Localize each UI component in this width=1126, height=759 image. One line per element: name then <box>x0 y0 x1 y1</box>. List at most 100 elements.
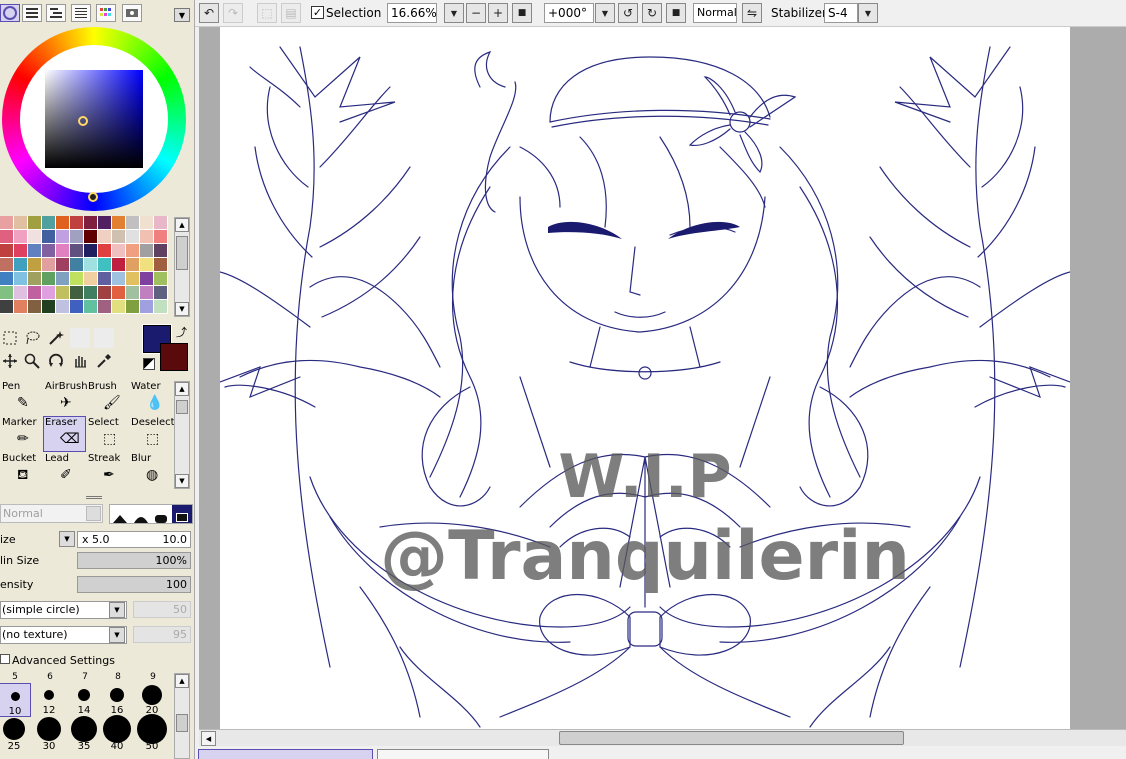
palette-swatch[interactable] <box>112 286 126 300</box>
lasso-icon[interactable] <box>22 328 42 348</box>
palette-swatch[interactable] <box>70 258 84 272</box>
tool-eraser[interactable]: Eraser ⌫ <box>43 416 86 452</box>
advanced-settings-toggle[interactable]: Advanced Settings <box>0 652 194 670</box>
rotate-left-icon[interactable]: ↺ <box>618 3 638 23</box>
document-tab-active[interactable] <box>198 749 373 759</box>
palette-swatch[interactable] <box>14 258 28 272</box>
palette-swatch[interactable] <box>154 272 168 286</box>
palette-swatch[interactable] <box>140 300 154 314</box>
collapse-panel-button[interactable]: ▼ <box>174 8 190 22</box>
palette-swatch[interactable] <box>42 286 56 300</box>
palette-swatch[interactable] <box>98 216 112 230</box>
palette-swatch[interactable] <box>126 230 140 244</box>
palette-swatch[interactable] <box>126 216 140 230</box>
palette-swatch[interactable] <box>42 258 56 272</box>
size-slider[interactable]: x 5.0 10.0 <box>77 531 191 548</box>
brush-size-preset[interactable]: 50 <box>135 714 169 753</box>
palette-swatch[interactable] <box>84 300 98 314</box>
tip-soft-icon[interactable] <box>151 505 172 523</box>
palette-swatch[interactable] <box>140 272 154 286</box>
tool-blur[interactable]: Blur ◍ <box>129 452 172 488</box>
palette-swatch[interactable] <box>42 230 56 244</box>
min-size-slider[interactable]: 100% <box>77 552 191 569</box>
color-palette[interactable] <box>0 216 170 316</box>
palette-swatch[interactable] <box>56 272 70 286</box>
palette-swatch[interactable] <box>84 244 98 258</box>
tip-hard-icon[interactable] <box>110 505 131 523</box>
palette-swatch[interactable] <box>0 286 14 300</box>
color-wheel-icon[interactable] <box>0 4 20 22</box>
color-wheel[interactable] <box>2 27 186 211</box>
canvas-horizontal-scrollbar[interactable]: ◀ <box>199 729 1126 746</box>
palette-scrollbar[interactable]: ▲ ▼ <box>174 217 190 317</box>
palette-swatch[interactable] <box>126 286 140 300</box>
scroll-thumb[interactable] <box>176 236 188 270</box>
move-icon[interactable] <box>0 351 20 371</box>
dropdown-arrow-icon[interactable]: ▼ <box>109 602 125 618</box>
palette-swatch[interactable] <box>0 300 14 314</box>
rotation-dropdown-icon[interactable]: ▼ <box>595 3 615 23</box>
palette-swatch[interactable] <box>56 258 70 272</box>
brush-shape-select[interactable]: (simple circle) <box>0 601 127 619</box>
rgb-sliders-icon[interactable] <box>22 4 42 22</box>
sv-cursor[interactable] <box>78 116 88 126</box>
palette-swatch[interactable] <box>70 272 84 286</box>
palette-swatch[interactable] <box>112 272 126 286</box>
palette-swatch[interactable] <box>28 230 42 244</box>
scroll-down-icon[interactable]: ▼ <box>175 302 189 316</box>
palette-swatch[interactable] <box>140 216 154 230</box>
palette-swatch[interactable] <box>84 216 98 230</box>
size-range-dropdown[interactable]: ▼ <box>59 531 75 547</box>
swatches-icon[interactable] <box>96 4 116 22</box>
document-tab[interactable] <box>377 749 549 759</box>
drawing-canvas[interactable]: W.I.P @Tranquilerin <box>220 27 1070 729</box>
expand-icon[interactable] <box>0 654 10 664</box>
palette-swatch[interactable] <box>112 244 126 258</box>
scratchpad-icon[interactable] <box>122 4 142 22</box>
palette-swatch[interactable] <box>84 258 98 272</box>
tool-pen[interactable]: Pen ✎ <box>0 380 43 416</box>
hue-cursor[interactable] <box>88 192 98 202</box>
scroll-thumb[interactable] <box>176 400 188 414</box>
palette-swatch[interactable] <box>0 244 14 258</box>
palette-swatch[interactable] <box>98 272 112 286</box>
brush-blend-select[interactable]: Normal <box>0 504 103 523</box>
palette-swatch[interactable] <box>112 216 126 230</box>
palette-swatch[interactable] <box>56 244 70 258</box>
palette-swatch[interactable] <box>154 300 168 314</box>
palette-swatch[interactable] <box>70 216 84 230</box>
palette-swatch[interactable] <box>42 216 56 230</box>
rect-select-icon[interactable] <box>0 328 20 348</box>
hand-icon[interactable] <box>70 351 90 371</box>
zoom-icon[interactable] <box>22 351 42 371</box>
palette-swatch[interactable] <box>42 272 56 286</box>
panel-divider[interactable] <box>86 496 102 499</box>
palette-swatch[interactable] <box>70 230 84 244</box>
saturation-value-square[interactable] <box>45 70 143 168</box>
palette-swatch[interactable] <box>28 272 42 286</box>
palette-swatch[interactable] <box>14 300 28 314</box>
palette-swatch[interactable] <box>14 216 28 230</box>
palette-swatch[interactable] <box>28 286 42 300</box>
palette-swatch[interactable] <box>140 230 154 244</box>
palette-swatch[interactable] <box>98 286 112 300</box>
scroll-up-icon[interactable]: ▲ <box>175 382 189 396</box>
palette-swatch[interactable] <box>70 300 84 314</box>
rotate-icon[interactable] <box>46 351 66 371</box>
palette-swatch[interactable] <box>14 272 28 286</box>
scroll-left-icon[interactable]: ◀ <box>201 731 216 746</box>
tool-airbrush[interactable]: AirBrush ✈ <box>43 380 88 416</box>
brush-size-preset[interactable]: 25 <box>0 718 31 753</box>
tool-deselect[interactable]: Deselect ⬚ <box>129 416 175 452</box>
brush-size-scrollbar[interactable]: ▲ <box>174 673 190 759</box>
palette-swatch[interactable] <box>154 286 168 300</box>
palette-swatch[interactable] <box>126 272 140 286</box>
invert-selection-icon[interactable]: ▤ <box>281 3 301 23</box>
dropdown-arrow-icon[interactable] <box>86 506 101 521</box>
palette-swatch[interactable] <box>0 230 14 244</box>
tool-water[interactable]: Water 💧 <box>129 380 172 416</box>
zoom-dropdown-icon[interactable]: ▼ <box>444 3 464 23</box>
palette-swatch[interactable] <box>84 286 98 300</box>
palette-swatch[interactable] <box>0 216 14 230</box>
palette-swatch[interactable] <box>154 244 168 258</box>
